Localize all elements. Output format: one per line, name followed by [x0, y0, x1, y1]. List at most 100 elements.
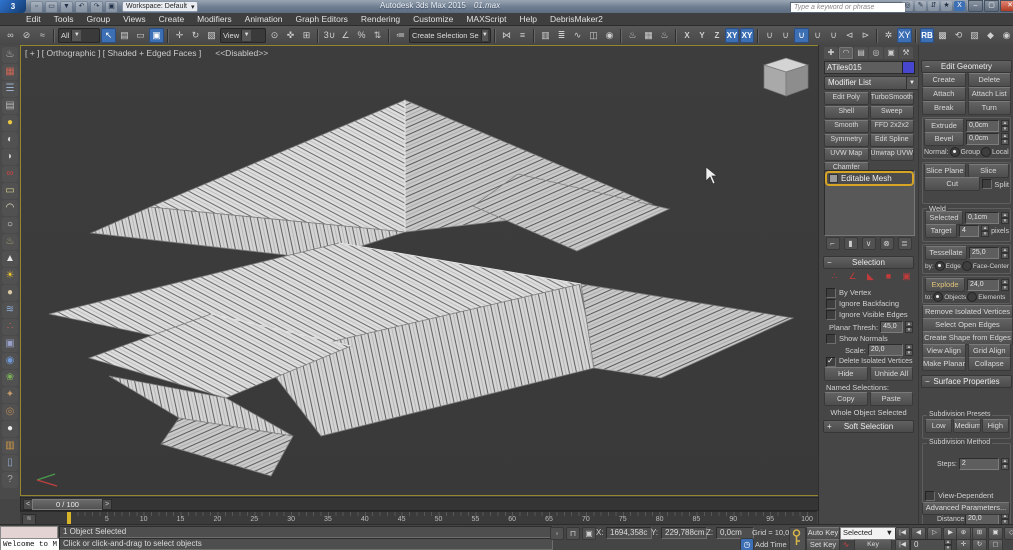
- edge-icon[interactable]: ∠: [847, 271, 858, 282]
- modifier-set-symmetry-button[interactable]: Symmetry: [824, 134, 869, 147]
- undo-view-icon[interactable]: ⟲: [951, 28, 966, 43]
- vertex-icon[interactable]: ∴: [829, 271, 840, 282]
- wrench-icon[interactable]: ✎: [915, 1, 926, 11]
- surface-properties-rollout-header[interactable]: − Surface Properties: [921, 375, 1012, 388]
- menu-graph-editors[interactable]: Graph Editors: [295, 14, 347, 24]
- weld-target-button[interactable]: Target: [925, 224, 957, 238]
- motion-tab[interactable]: ◎: [869, 47, 883, 59]
- create-button[interactable]: Create: [922, 73, 966, 87]
- undo-icon[interactable]: ↶: [75, 0, 88, 13]
- remove-isolated-vertices-button[interactable]: Remove Isolated Vertices: [922, 305, 1013, 319]
- redo-icon[interactable]: ↷: [90, 0, 103, 13]
- eye-icon[interactable]: ◉: [999, 28, 1013, 43]
- modifier-set-smooth-button[interactable]: Smooth: [824, 120, 869, 133]
- hand-icon[interactable]: ✦: [2, 387, 18, 403]
- snap-magnet-1-icon[interactable]: ∪: [762, 28, 777, 43]
- slice-button[interactable]: Slice: [967, 164, 1009, 178]
- soft-selection-rollout-header[interactable]: + Soft Selection: [823, 420, 914, 433]
- sun-icon[interactable]: ☀: [2, 268, 18, 284]
- menu-group[interactable]: Group: [87, 14, 111, 24]
- use-pivot-point-center-icon[interactable]: ⊙: [267, 28, 282, 43]
- stack-item-editable-mesh[interactable]: Editable Mesh: [826, 172, 913, 185]
- paste-button[interactable]: Paste: [869, 392, 913, 406]
- clipboard-icon[interactable]: ▯: [2, 455, 18, 471]
- select-open-edges-button[interactable]: Select Open Edges: [922, 318, 1013, 332]
- pan-icon[interactable]: ✛: [956, 539, 971, 550]
- communication-center-icon[interactable]: X: [954, 1, 965, 11]
- rectangular-selection-region-icon[interactable]: ▭: [133, 28, 148, 43]
- chart-icon[interactable]: ▦: [2, 64, 18, 80]
- plane-icon[interactable]: ▭: [2, 183, 18, 199]
- new-scene-icon[interactable]: ▫: [30, 0, 43, 13]
- menu-modifiers[interactable]: Modifiers: [197, 14, 231, 24]
- pin-stack-icon[interactable]: ⌐: [825, 236, 840, 250]
- selection-rollout-header[interactable]: − Selection: [823, 256, 914, 269]
- gem-icon[interactable]: ◆: [983, 28, 998, 43]
- cone-icon[interactable]: ▲: [2, 251, 18, 267]
- delete-isolated-vertices-checkbox[interactable]: Delete Isolated Vertices: [826, 356, 913, 367]
- snap-magnet-5-icon[interactable]: ∪: [826, 28, 841, 43]
- normal-local-radio[interactable]: [980, 147, 991, 157]
- weld-target-field[interactable]: 4: [959, 225, 980, 237]
- show-normals-checkbox[interactable]: Show Normals: [826, 333, 888, 344]
- lightbulb-icon[interactable]: ●: [2, 115, 18, 131]
- create-shape-from-edges-button[interactable]: Create Shape from Edges: [922, 331, 1013, 345]
- ignore-backfacing-checkbox[interactable]: Ignore Backfacing: [826, 298, 899, 309]
- select-and-rotate-icon[interactable]: ↻: [188, 28, 203, 43]
- steps-spinner[interactable]: ▲ ▼: [1001, 458, 1009, 470]
- object-name-field[interactable]: ATiles015: [824, 61, 904, 74]
- make-unique-icon[interactable]: ∨: [861, 236, 876, 250]
- disc-icon[interactable]: ●: [2, 285, 18, 301]
- extrude-spinner[interactable]: ▲ ▼: [1001, 120, 1009, 132]
- open-file-icon[interactable]: ▭: [45, 0, 58, 13]
- snap-magnet-2-icon[interactable]: ∪: [778, 28, 793, 43]
- constraint-x-button[interactable]: X: [680, 28, 694, 43]
- utilities-tab[interactable]: ⚒: [899, 47, 913, 59]
- snap-magnet-7-icon[interactable]: ⊳: [858, 28, 873, 43]
- menu-help[interactable]: Help: [519, 14, 536, 24]
- max-logo-button[interactable]: 3: [0, 0, 26, 13]
- menu-create[interactable]: Create: [159, 14, 185, 24]
- create-tab[interactable]: ✚: [824, 47, 838, 59]
- normal-group-radio[interactable]: [949, 147, 960, 157]
- menu-customize[interactable]: Customize: [413, 14, 453, 24]
- named-selection-sets-dropdown[interactable]: Create Selection Se ▼: [409, 28, 491, 43]
- scene-explorer-icon[interactable]: ▥: [538, 28, 553, 43]
- absolute-mode-icon[interactable]: ▣: [582, 527, 596, 540]
- modify-tab[interactable]: ◠: [839, 47, 853, 59]
- polygon-icon[interactable]: ■: [883, 271, 894, 282]
- menu-tools[interactable]: Tools: [54, 14, 74, 24]
- align-icon[interactable]: ≡: [515, 28, 530, 43]
- attach-list-button[interactable]: Attach List: [967, 87, 1011, 101]
- weld-selected-spinner[interactable]: ▲ ▼: [1001, 212, 1009, 224]
- modifier-set-uvw-map-button[interactable]: UVW Map: [824, 148, 869, 161]
- current-frame-field[interactable]: 0: [910, 539, 948, 550]
- sphere-icon[interactable]: ●: [2, 421, 18, 437]
- default-tangents-icon[interactable]: ∿: [840, 539, 852, 550]
- time-slider[interactable]: < 0 / 100 >: [20, 497, 819, 511]
- maximize-viewport-icon[interactable]: ▢: [988, 539, 1003, 550]
- hide-button[interactable]: Hide: [824, 367, 868, 381]
- element-icon[interactable]: ▣: [901, 271, 912, 282]
- collapse-button[interactable]: Collapse: [967, 357, 1011, 371]
- by-edge-radio[interactable]: [934, 261, 945, 271]
- viewport-label[interactable]: [ + ] [ Orthographic ] [ Shaded + Edged …: [25, 48, 268, 58]
- modifier-set-turbosmooth-button[interactable]: TurboSmooth: [869, 92, 914, 105]
- steps-field[interactable]: 2: [958, 458, 999, 470]
- advanced-parameters-button[interactable]: Advanced Parameters...: [922, 502, 1010, 515]
- weld-selected-button[interactable]: Selected: [925, 211, 963, 225]
- menu-debrismaker2[interactable]: DebrisMaker2: [550, 14, 603, 24]
- explode-button[interactable]: Explode: [925, 278, 965, 292]
- object-color-swatch[interactable]: [902, 61, 915, 74]
- glasses-icon[interactable]: ∞: [2, 166, 18, 182]
- checker-icon[interactable]: ▨: [967, 28, 982, 43]
- hierarchy-tab[interactable]: ▤: [854, 47, 868, 59]
- window-crossing-icon[interactable]: ▣: [149, 28, 164, 43]
- percent-snap-icon[interactable]: %: [354, 28, 369, 43]
- by-face-center-radio[interactable]: [961, 261, 972, 271]
- menu-animation[interactable]: Animation: [245, 14, 283, 24]
- scale-spinner[interactable]: ▲ ▼: [905, 344, 913, 356]
- delete-button[interactable]: Delete: [967, 73, 1011, 87]
- shell-icon[interactable]: ◎: [2, 404, 18, 420]
- menu-views[interactable]: Views: [123, 14, 146, 24]
